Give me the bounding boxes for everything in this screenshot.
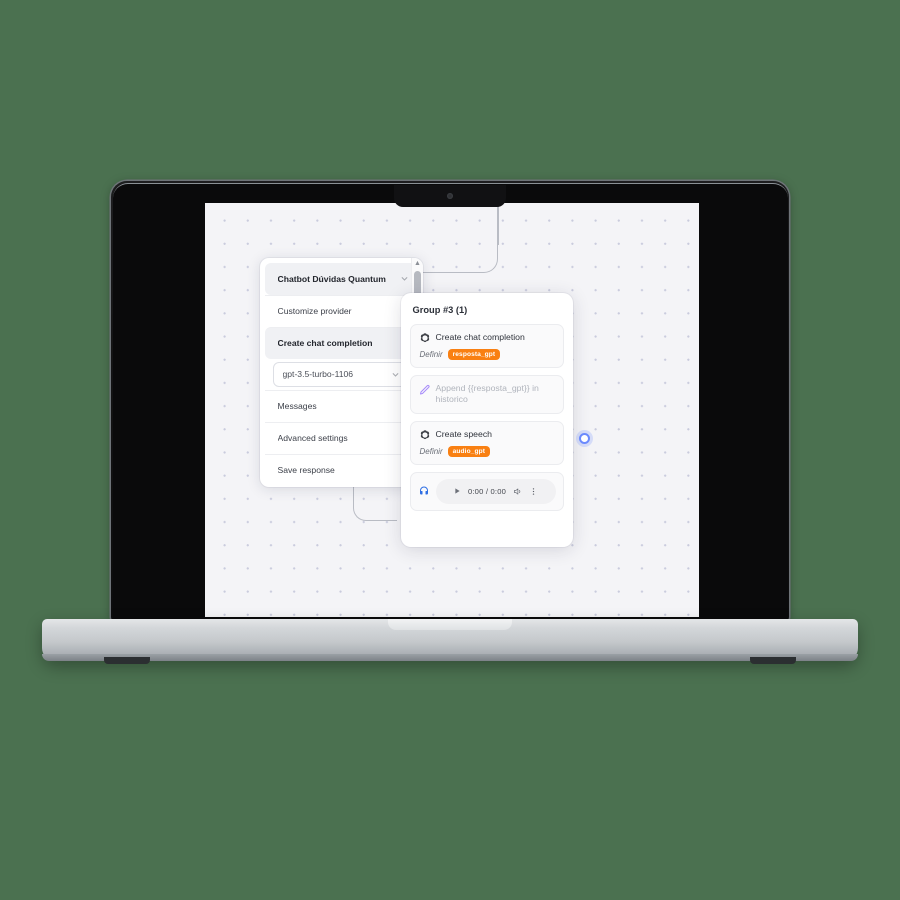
panel-row-label: Save response (277, 465, 335, 475)
panel-row-chatbot[interactable]: Chatbot Dúvidas Quantum (264, 262, 418, 295)
block-title: Create speech (435, 429, 493, 440)
pencil-icon (419, 384, 430, 394)
headphones-icon (419, 486, 428, 495)
group-title: Group #3 (1) (412, 304, 468, 315)
base-lip (388, 619, 512, 630)
flow-canvas[interactable]: Chatbot Dúvidas Quantum Customize provid… (204, 202, 699, 617)
panel-row-label: Chatbot Dúvidas Quantum (277, 273, 386, 284)
block-audio-player[interactable]: 0:00 / 0:00 (409, 471, 564, 511)
block-title: Create chat completion (435, 331, 525, 342)
panel-row-save-response[interactable]: Save response (264, 453, 418, 486)
panel-row-label: Create chat completion (277, 338, 373, 348)
block-create-chat-completion[interactable]: Create chat completion Definir resposta_… (409, 323, 564, 368)
panel-row-label: Customize provider (277, 306, 352, 316)
block-sub-label: Definir (419, 349, 443, 359)
panel-row-create-chat-completion[interactable]: Create chat completion (264, 326, 418, 359)
panel-row-messages[interactable]: Messages (264, 389, 418, 422)
laptop-base (42, 619, 858, 664)
block-sub-label: Definir (419, 446, 443, 456)
openai-icon (420, 430, 429, 440)
laptop-foot-left (104, 657, 150, 664)
screen: Chatbot Dúvidas Quantum Customize provid… (204, 202, 699, 617)
laptop-mockup: Chatbot Dúvidas Quantum Customize provid… (0, 0, 900, 900)
panel-row-advanced-settings[interactable]: Advanced settings (264, 421, 418, 454)
volume-icon[interactable] (513, 487, 522, 496)
more-vertical-icon[interactable] (529, 487, 538, 496)
chevron-down-icon (400, 276, 408, 281)
chevron-down-icon (391, 372, 399, 377)
laptop-foot-right (750, 657, 796, 664)
block-create-speech[interactable]: Create speech Definir audio_gpt (409, 420, 564, 465)
block-title: Append {{resposta_gpt}} in historico (435, 382, 539, 405)
panel-row-customize-provider[interactable]: Customize provider (264, 294, 418, 327)
play-icon[interactable] (453, 487, 461, 495)
model-select[interactable]: gpt-3.5-turbo-1106 (272, 361, 410, 387)
output-port[interactable] (578, 432, 590, 444)
laptop-bezel: Chatbot Dúvidas Quantum Customize provid… (112, 182, 788, 621)
base-edge (42, 654, 858, 661)
openai-icon (420, 332, 429, 342)
scroll-up-icon[interactable]: ▲ (412, 258, 423, 269)
variable-badge[interactable]: resposta_gpt (447, 348, 501, 360)
camera-icon (447, 193, 453, 199)
group-card[interactable]: Group #3 (1) Create chat completion Defi… (400, 292, 590, 547)
variable-badge[interactable]: audio_gpt (447, 445, 491, 457)
block-append-historico[interactable]: Append {{resposta_gpt}} in historico (409, 374, 564, 414)
audio-time: 0:00 / 0:00 (467, 486, 507, 496)
properties-panel[interactable]: Chatbot Dúvidas Quantum Customize provid… (259, 257, 423, 487)
laptop-lid: Chatbot Dúvidas Quantum Customize provid… (111, 181, 789, 621)
panel-row-label: Messages (277, 401, 317, 411)
camera-notch (394, 185, 506, 207)
audio-player[interactable]: 0:00 / 0:00 (435, 478, 556, 504)
model-select-value: gpt-3.5-turbo-1106 (282, 369, 354, 379)
panel-row-label: Advanced settings (277, 433, 348, 443)
connector-line-top (417, 202, 498, 273)
